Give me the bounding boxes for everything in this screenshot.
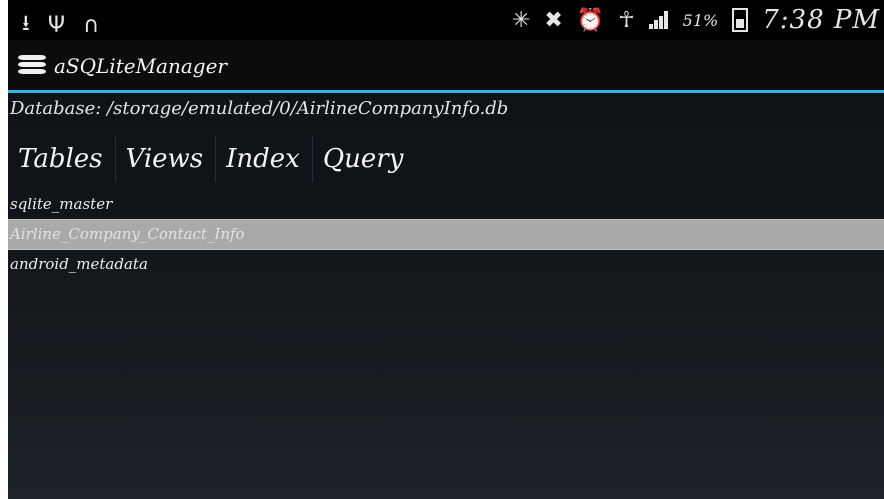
tab-tables[interactable]: Tables (8, 136, 116, 182)
tab-views[interactable]: Views (116, 136, 217, 182)
list-item[interactable]: android_metadata (8, 250, 884, 279)
wifi-icon: ☥ (618, 7, 635, 33)
status-bar: ⭳ Ψ ∩ ✳ ✖ ⏰ ☥ 51% 7:38 PM (8, 0, 884, 40)
mute-icon: ✖ (544, 7, 563, 33)
notification-icons: ⭳ Ψ ∩ (22, 6, 99, 44)
battery-percent: 51% (682, 10, 719, 30)
app-screen: ⭳ Ψ ∩ ✳ ✖ ⏰ ☥ 51% 7:38 PM aSQLiteManager… (8, 0, 884, 499)
list-item-selected[interactable]: Airline_Company_Contact_Info (8, 219, 884, 250)
headphones-icon: ∩ (83, 12, 100, 38)
bluetooth-icon: ✳ (511, 7, 531, 33)
database-path: Database: /storage/emulated/0/AirlineCom… (10, 98, 509, 119)
tab-bar: Tables Views Index Query (8, 136, 415, 182)
download-icon: ⭳ (22, 11, 30, 36)
app-title: aSQLiteManager (54, 54, 227, 78)
alarm-icon: ⏰ (576, 7, 605, 33)
clock: 7:38 PM (762, 5, 880, 35)
list-item[interactable]: sqlite_master (8, 190, 884, 219)
battery-icon (732, 8, 749, 32)
usb-icon: Ψ (47, 12, 66, 38)
database-icon[interactable] (18, 55, 46, 75)
signal-icon (648, 11, 669, 29)
action-bar: aSQLiteManager (8, 40, 884, 93)
tab-query[interactable]: Query (313, 136, 416, 182)
tables-list: sqlite_master Airline_Company_Contact_In… (8, 190, 884, 279)
system-icons: ✳ ✖ ⏰ ☥ 51% 7:38 PM (512, 5, 880, 35)
tab-index[interactable]: Index (216, 136, 313, 182)
